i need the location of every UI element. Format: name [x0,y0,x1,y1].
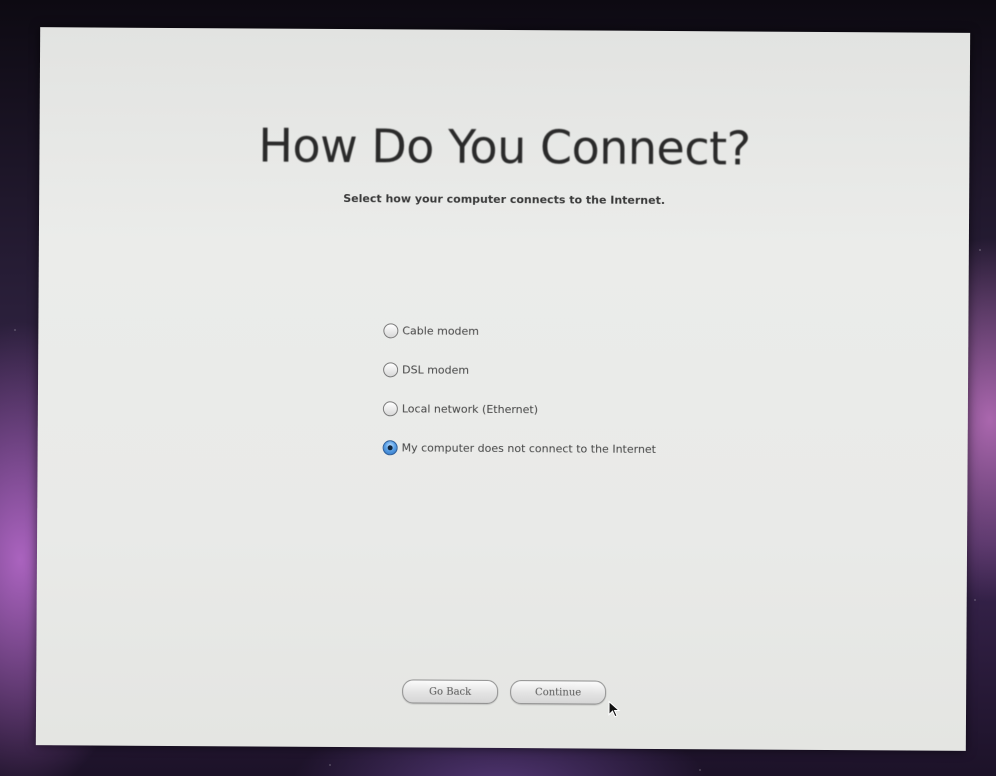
option-label: Local network (Ethernet) [401,402,539,417]
option-local-network[interactable]: Local network (Ethernet) [382,389,863,431]
page-subtitle: Select how your computer connects to the… [343,192,666,207]
option-cable-modem[interactable]: Cable modem [383,311,863,353]
radio-button[interactable] [382,401,398,417]
go-back-button[interactable]: Go Back [402,679,499,704]
option-label: Cable modem [402,324,480,338]
option-dsl-modem[interactable]: DSL modem [383,350,863,392]
connection-options: Cable modem DSL modem Local network (Eth… [382,311,864,470]
option-no-internet[interactable]: My computer does not connect to the Inte… [382,428,863,470]
radio-button[interactable] [383,323,399,339]
option-label: My computer does not connect to the Inte… [401,441,657,456]
page-title: How Do You Connect? [258,118,751,176]
arrow-pointer-icon [608,700,621,718]
navigation-buttons: Go Back Continue [402,679,607,705]
continue-button[interactable]: Continue [510,680,607,705]
radio-button[interactable] [383,362,399,378]
radio-button-selected[interactable] [382,440,398,456]
option-label: DSL modem [402,363,470,377]
setup-assistant-panel: How Do You Connect? Select how your comp… [35,27,971,751]
radio-dot [387,445,393,451]
desktop-background: How Do You Connect? Select how your comp… [0,0,996,776]
